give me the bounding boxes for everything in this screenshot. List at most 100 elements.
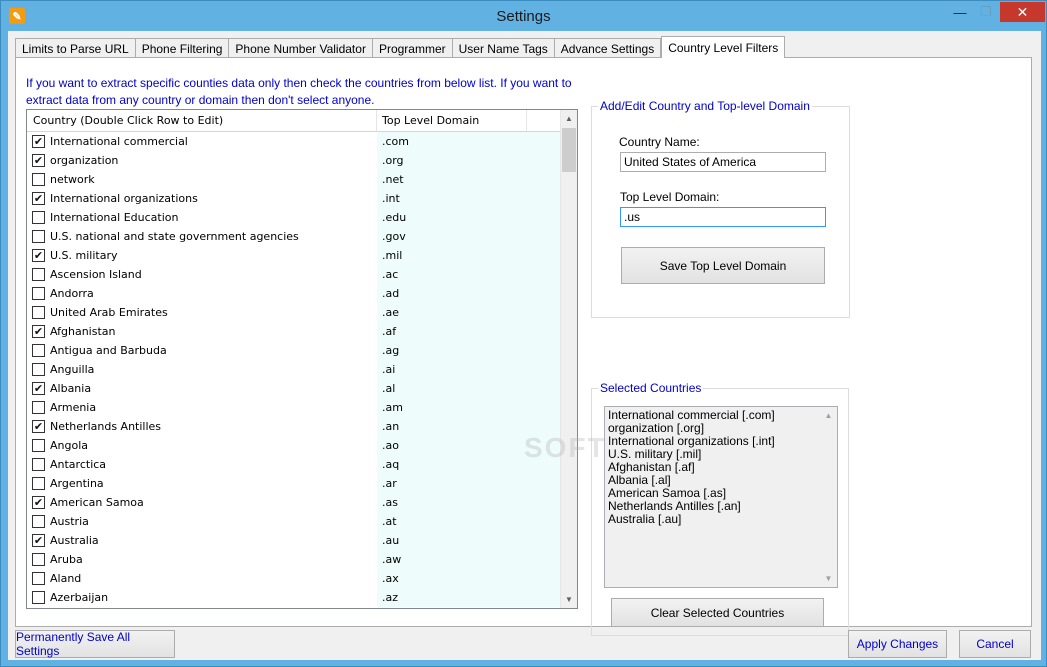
tld-cell: .al xyxy=(377,379,561,398)
table-row[interactable]: ✔ Afghanistan .af xyxy=(27,322,561,341)
country-name: Antarctica xyxy=(50,458,107,471)
tab-user-name-tags[interactable]: User Name Tags xyxy=(451,38,555,58)
cancel-button[interactable]: Cancel xyxy=(959,630,1031,658)
grid-scrollbar[interactable]: ▲ ▼ xyxy=(560,110,577,608)
tab-phone-number-validator[interactable]: Phone Number Validator xyxy=(228,38,373,58)
country-checkbox[interactable] xyxy=(32,363,45,376)
table-row[interactable]: ✔ International commercial .com xyxy=(27,132,561,151)
tld-cell: .au xyxy=(377,531,561,550)
table-row[interactable]: United Arab Emirates .ae xyxy=(27,303,561,322)
table-row[interactable]: Ascension Island .ac xyxy=(27,265,561,284)
minimize-button[interactable]: — xyxy=(947,2,973,22)
table-row[interactable]: ✔ American Samoa .as xyxy=(27,493,561,512)
tab-country-level-filters[interactable]: Country Level Filters xyxy=(661,36,786,58)
permanent-save-button[interactable]: Permanently Save All Settings xyxy=(15,630,175,658)
country-name: Austria xyxy=(50,515,89,528)
country-checkbox[interactable]: ✔ xyxy=(32,135,45,148)
tab-phone-filtering[interactable]: Phone Filtering xyxy=(134,38,230,58)
country-checkbox[interactable] xyxy=(32,306,45,319)
country-checkbox[interactable]: ✔ xyxy=(32,154,45,167)
country-grid[interactable]: Country (Double Click Row to Edit) Top L… xyxy=(26,109,578,609)
table-row[interactable]: Armenia .am xyxy=(27,398,561,417)
country-cell: Angola xyxy=(27,436,377,455)
country-checkbox[interactable]: ✔ xyxy=(32,325,45,338)
edit-group-title: Add/Edit Country and Top-level Domain xyxy=(598,99,812,113)
tld-cell: .net xyxy=(377,170,561,189)
table-row[interactable]: Antarctica .aq xyxy=(27,455,561,474)
selected-countries-list[interactable]: International commercial [.com] organizat… xyxy=(604,406,838,588)
list-scroll-up-icon[interactable]: ▲ xyxy=(820,407,837,424)
country-checkbox[interactable] xyxy=(32,173,45,186)
country-cell: Argentina xyxy=(27,474,377,493)
country-checkbox[interactable] xyxy=(32,401,45,414)
country-name-input[interactable]: United States of America xyxy=(620,152,826,172)
tld-cell: .ac xyxy=(377,265,561,284)
tab-limits-to-parse-url[interactable]: Limits to Parse URL xyxy=(15,38,136,58)
table-row[interactable]: U.S. national and state government agenc… xyxy=(27,227,561,246)
save-tld-button[interactable]: Save Top Level Domain xyxy=(621,247,825,284)
country-checkbox[interactable] xyxy=(32,344,45,357)
column-header-tld[interactable]: Top Level Domain xyxy=(377,110,527,131)
country-cell: Aruba xyxy=(27,550,377,569)
table-row[interactable]: Aland .ax xyxy=(27,569,561,588)
table-row[interactable]: Austria .at xyxy=(27,512,561,531)
list-scroll-down-icon[interactable]: ▼ xyxy=(820,570,837,587)
table-row[interactable]: network .net xyxy=(27,170,561,189)
table-row[interactable]: Anguilla .ai xyxy=(27,360,561,379)
country-name: International commercial xyxy=(50,135,188,148)
tab-advance-settings[interactable]: Advance Settings xyxy=(553,38,662,58)
table-row[interactable]: Angola .ao xyxy=(27,436,561,455)
country-checkbox[interactable] xyxy=(32,268,45,281)
table-row[interactable]: ✔ International organizations .int xyxy=(27,189,561,208)
country-checkbox[interactable]: ✔ xyxy=(32,192,45,205)
table-row[interactable]: Andorra .ad xyxy=(27,284,561,303)
table-row[interactable]: Aruba .aw xyxy=(27,550,561,569)
country-checkbox[interactable] xyxy=(32,458,45,471)
country-name: Afghanistan xyxy=(50,325,116,338)
country-checkbox[interactable] xyxy=(32,591,45,604)
grid-rows: ✔ International commercial .com ✔ organizati… xyxy=(27,132,561,607)
country-cell: Andorra xyxy=(27,284,377,303)
country-checkbox[interactable] xyxy=(32,230,45,243)
table-row[interactable]: Argentina .ar xyxy=(27,474,561,493)
country-checkbox[interactable]: ✔ xyxy=(32,534,45,547)
country-cell: Azerbaijan xyxy=(27,588,377,607)
country-checkbox[interactable] xyxy=(32,572,45,585)
scroll-down-arrow-icon[interactable]: ▼ xyxy=(561,591,577,608)
table-row[interactable]: Azerbaijan .az xyxy=(27,588,561,607)
country-cell: Austria xyxy=(27,512,377,531)
country-checkbox[interactable] xyxy=(32,287,45,300)
country-cell: ✔ International organizations xyxy=(27,189,377,208)
close-button[interactable]: ✕ xyxy=(1000,2,1045,22)
tld-cell: .az xyxy=(377,588,561,607)
table-row[interactable]: ✔ Albania .al xyxy=(27,379,561,398)
clear-selected-button[interactable]: Clear Selected Countries xyxy=(611,598,824,627)
tab-programmer[interactable]: Programmer xyxy=(371,38,453,58)
country-checkbox[interactable]: ✔ xyxy=(32,496,45,509)
apply-changes-button[interactable]: Apply Changes xyxy=(848,630,947,658)
table-row[interactable]: ✔ U.S. military .mil xyxy=(27,246,561,265)
country-checkbox[interactable]: ✔ xyxy=(32,249,45,262)
list-scrollbar[interactable]: ▲ ▼ xyxy=(820,407,837,587)
country-checkbox[interactable] xyxy=(32,515,45,528)
country-cell: U.S. national and state government agenc… xyxy=(27,227,377,246)
table-row[interactable]: ✔ Netherlands Antilles .an xyxy=(27,417,561,436)
column-header-country[interactable]: Country (Double Click Row to Edit) xyxy=(27,110,377,131)
scroll-thumb[interactable] xyxy=(562,128,576,172)
country-checkbox[interactable] xyxy=(32,439,45,452)
country-cell: ✔ Australia xyxy=(27,531,377,550)
country-checkbox[interactable] xyxy=(32,553,45,566)
country-checkbox[interactable] xyxy=(32,211,45,224)
selected-group-title: Selected Countries xyxy=(598,381,704,395)
country-checkbox[interactable]: ✔ xyxy=(32,382,45,395)
country-checkbox[interactable]: ✔ xyxy=(32,420,45,433)
table-row[interactable]: ✔ organization .org xyxy=(27,151,561,170)
table-row[interactable]: ✔ Australia .au xyxy=(27,531,561,550)
scroll-up-arrow-icon[interactable]: ▲ xyxy=(561,110,577,127)
tld-input[interactable]: .us xyxy=(620,207,826,227)
table-row[interactable]: International Education .edu xyxy=(27,208,561,227)
maximize-button[interactable]: ❐ xyxy=(973,2,999,22)
table-row[interactable]: Antigua and Barbuda .ag xyxy=(27,341,561,360)
country-checkbox[interactable] xyxy=(32,477,45,490)
list-item[interactable]: Australia [.au] xyxy=(608,513,834,526)
